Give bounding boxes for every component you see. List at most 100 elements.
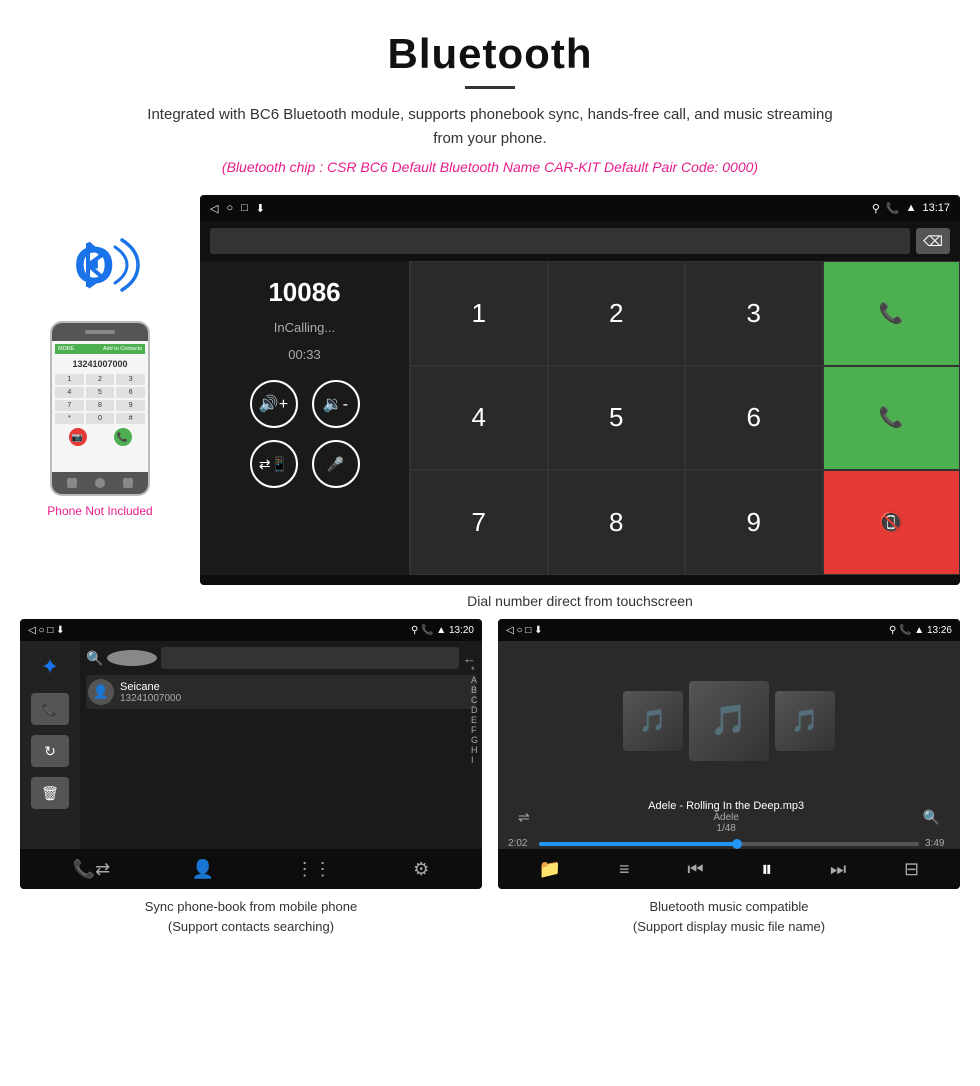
nav-square-icon: □ — [241, 202, 248, 214]
pb-status-right: ⚲ 📞 ▲ 13:20 — [411, 625, 474, 636]
music-counter: 1/48 — [648, 823, 804, 834]
pb-delete-icon[interactable]: 🗑 — [31, 777, 69, 809]
location-icon: ⚲ — [872, 202, 880, 215]
dial-key-4[interactable]: 4 — [410, 366, 548, 471]
car-input-bar: ⌫ — [200, 221, 960, 261]
main-content-row: ʘ MORE Add to Contacts — [0, 185, 980, 619]
dial-key-call2[interactable]: 📞 — [823, 366, 961, 471]
pb-grid-icon[interactable]: ⋮⋮ — [296, 859, 332, 880]
pb-sync-icon[interactable]: ↻ — [31, 735, 69, 767]
phone-speaker — [85, 330, 115, 334]
music-search-icon[interactable]: 🔍 — [923, 809, 940, 826]
music-progress-bar[interactable] — [539, 842, 919, 846]
volume-up-button[interactable]: 🔊+ — [250, 380, 298, 428]
pb-contacts-icon[interactable]: 👤 — [192, 859, 214, 880]
music-next-icon[interactable]: ⏭ — [830, 859, 846, 880]
music-item: ◁ ○ □ ⬇ ⚲ 📞 ▲ 13:26 🎵 🎵 🎵 ⇌ Adele - Roll… — [498, 619, 960, 936]
pb-caption-line1: Sync phone-book from mobile phone — [145, 899, 357, 914]
car-audio-controls: 🔊+ 🔉- — [250, 380, 360, 428]
music-prev-icon[interactable]: ⏮ — [687, 859, 703, 880]
album-art-main: 🎵 — [689, 681, 769, 761]
phone-column: ʘ MORE Add to Contacts — [20, 195, 180, 518]
music-bottom-bar: 📁 ≡ ⏮ ⏸ ⏭ ⊟ — [498, 849, 960, 889]
pb-search-icon: 🔍 — [86, 650, 103, 667]
dial-key-1[interactable]: 1 — [410, 261, 548, 366]
pb-nav-icons: ◁ ○ □ ⬇ — [28, 625, 64, 636]
microphone-button[interactable]: 🎤 — [312, 440, 360, 488]
phone-bottom-bar — [52, 472, 148, 494]
music-caption-line1: Bluetooth music compatible — [650, 899, 809, 914]
car-input-field[interactable] — [210, 228, 910, 254]
car-bottom-bar: 📞⇄ 👤 Seicane ⋮⋮ ⚙ — [200, 575, 960, 585]
music-nav-icons: ◁ ○ □ ⬇ — [506, 625, 542, 636]
car-call-timer: 00:33 — [288, 347, 321, 362]
music-progress-fill — [539, 842, 737, 846]
dial-key-3[interactable]: 3 — [685, 261, 823, 366]
car-status-bar: ◁ ○ □ ⬇ ⚲ 📞 ▲ 13:17 — [200, 195, 960, 221]
car-screen-column: ◁ ○ □ ⬇ ⚲ 📞 ▲ 13:17 ⌫ — [200, 195, 960, 619]
signal-icon: ▲ — [906, 202, 917, 214]
pb-avatar: 👤 — [88, 679, 114, 705]
pb-contact-info: Seicane 13241007000 — [120, 681, 474, 704]
music-song-title: Adele - Rolling In the Deep.mp3 — [648, 800, 804, 812]
pb-bottom-bar: 📞⇄ 👤 ⋮⋮ ⚙ — [20, 849, 482, 889]
car-screen-caption: Dial number direct from touchscreen — [200, 593, 960, 609]
pb-search-row: 🔍 ← *ABCDEFGHI — [86, 647, 476, 669]
nav-home-icon: ○ — [226, 202, 233, 214]
pb-alphabet-marker: *ABCDEFGHI — [471, 665, 478, 765]
music-progress-row: 2:02 3:49 — [498, 834, 960, 849]
bluetooth-icon-wrapper: ʘ — [60, 225, 140, 305]
dial-key-8[interactable]: 8 — [548, 470, 686, 575]
album-art-left: 🎵 — [623, 691, 683, 751]
phonebook-item: ◁ ○ □ ⬇ ⚲ 📞 ▲ 13:20 ✦ 📞 ↻ 🗑 🔍 — [20, 619, 482, 936]
music-folder-icon[interactable]: 📁 — [539, 859, 561, 880]
phonebook-screen: ◁ ○ □ ⬇ ⚲ 📞 ▲ 13:20 ✦ 📞 ↻ 🗑 🔍 — [20, 619, 482, 889]
dial-key-5[interactable]: 5 — [548, 366, 686, 471]
pb-back-arrow[interactable]: ← — [463, 651, 476, 666]
transfer-button[interactable]: ⇄📱 — [250, 440, 298, 488]
music-status-right: ⚲ 📞 ▲ 13:26 — [889, 625, 952, 636]
phone-not-included-label: Phone Not Included — [47, 504, 152, 518]
dial-key-6[interactable]: 6 — [685, 366, 823, 471]
pb-main: 🔍 ← *ABCDEFGHI 👤 Seicane 13241007000 — [80, 641, 482, 849]
dial-key-2[interactable]: 2 — [548, 261, 686, 366]
music-eq-icon[interactable]: ⊟ — [904, 859, 919, 880]
dial-key-7[interactable]: 7 — [410, 470, 548, 575]
shuffle-icon[interactable]: ⇌ — [518, 809, 530, 826]
car-screen: ◁ ○ □ ⬇ ⚲ 📞 ▲ 13:17 ⌫ — [200, 195, 960, 585]
dial-key-call[interactable]: 📞 — [823, 261, 961, 366]
music-caption-line2: (Support display music file name) — [633, 919, 825, 934]
svg-text:ʘ: ʘ — [74, 237, 114, 295]
dial-key-9[interactable]: 9 — [685, 470, 823, 575]
phone-screen-header: MORE Add to Contacts — [55, 344, 145, 354]
nav-back-icon: ◁ — [210, 202, 218, 215]
music-status-bar: ◁ ○ □ ⬇ ⚲ 📞 ▲ 13:26 — [498, 619, 960, 641]
car-calling-label: InCalling... — [274, 320, 335, 335]
pb-contact-name: Seicane — [120, 681, 474, 693]
phonebook-status-bar: ◁ ○ □ ⬇ ⚲ 📞 ▲ 13:20 — [20, 619, 482, 641]
car-right-panel: 1 2 3 📞 4 5 6 📞 7 8 9 📵 — [410, 261, 960, 575]
phonebook-content: ✦ 📞 ↻ 🗑 🔍 ← *ABCDEFGHI 👤 — [20, 641, 482, 849]
album-art-right: 🎵 — [775, 691, 835, 751]
time-display: 13:17 — [922, 202, 950, 214]
pb-bluetooth-icon[interactable]: ✦ — [31, 651, 69, 683]
pb-search-field[interactable] — [161, 647, 459, 669]
nav-download-icon: ⬇ — [256, 202, 265, 215]
pb-contact-row[interactable]: 👤 Seicane 13241007000 — [86, 675, 476, 709]
call-icon: 📞 — [886, 202, 900, 215]
dial-key-end[interactable]: 📵 — [823, 470, 961, 575]
page-title: Bluetooth — [20, 30, 960, 78]
music-caption: Bluetooth music compatible (Support disp… — [498, 897, 960, 936]
volume-down-button[interactable]: 🔉- — [312, 380, 360, 428]
music-album-row: 🎵 🎵 🎵 — [498, 641, 960, 800]
music-play-icon[interactable]: ⏸ — [761, 856, 772, 882]
pb-settings-icon[interactable]: ⚙ — [413, 859, 429, 880]
pb-caption-line2: (Support contacts searching) — [168, 919, 334, 934]
pb-call-history-icon[interactable]: 📞⇄ — [73, 859, 111, 880]
music-list-icon[interactable]: ≡ — [619, 859, 630, 880]
car-delete-button[interactable]: ⌫ — [916, 228, 950, 254]
pb-call-icon[interactable]: 📞 — [31, 693, 69, 725]
phonebook-caption: Sync phone-book from mobile phone (Suppo… — [20, 897, 482, 936]
car-main-content: 10086 InCalling... 00:33 🔊+ 🔉- ⇄📱 🎤 1 — [200, 261, 960, 575]
header-description: Integrated with BC6 Bluetooth module, su… — [140, 103, 840, 151]
